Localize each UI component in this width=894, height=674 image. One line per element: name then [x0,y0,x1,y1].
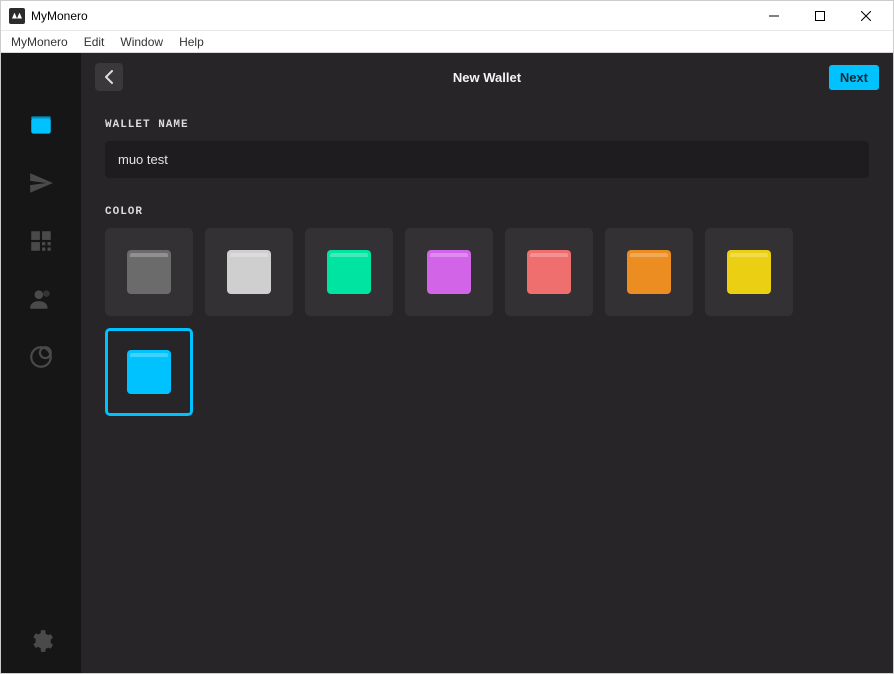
content: WALLET NAME COLOR [81,101,893,673]
color-label: COLOR [105,206,869,218]
app-body: New Wallet Next WALLET NAME COLOR [1,53,893,673]
window-controls [751,1,889,30]
menu-edit[interactable]: Edit [84,35,105,49]
color-grid [105,228,869,416]
menubar: MyMonero Edit Window Help [1,31,893,53]
wallet-name-input[interactable] [105,141,869,178]
color-swatch [327,250,371,294]
color-option-orange[interactable] [605,228,693,316]
color-option-yellow[interactable] [705,228,793,316]
color-option-magenta[interactable] [405,228,493,316]
color-swatch [127,350,171,394]
color-option-light-grey[interactable] [205,228,293,316]
color-option-dark-grey[interactable] [105,228,193,316]
app-window: MyMonero MyMonero Edit Window Help [0,0,894,674]
app-icon [9,8,25,24]
sidebar [1,53,81,673]
color-swatch [527,250,571,294]
page-title: New Wallet [453,70,521,85]
menu-mymonero[interactable]: MyMonero [11,35,68,49]
maximize-button[interactable] [797,1,843,30]
wallet-icon[interactable] [27,111,55,139]
color-swatch [127,250,171,294]
color-swatch [227,250,271,294]
window-title: MyMonero [31,9,88,23]
color-option-teal[interactable] [305,228,393,316]
back-button[interactable] [95,63,123,91]
menu-help[interactable]: Help [179,35,204,49]
qr-icon[interactable] [27,227,55,255]
next-button[interactable]: Next [829,65,879,90]
color-swatch [627,250,671,294]
close-button[interactable] [843,1,889,30]
settings-icon[interactable] [27,627,55,655]
color-swatch [727,250,771,294]
contacts-icon[interactable] [27,285,55,313]
color-option-coral[interactable] [505,228,593,316]
color-swatch [427,250,471,294]
topbar: New Wallet Next [81,53,893,101]
send-icon[interactable] [27,169,55,197]
wallet-name-label: WALLET NAME [105,119,869,131]
titlebar: MyMonero [1,1,893,31]
main-panel: New Wallet Next WALLET NAME COLOR [81,53,893,673]
color-option-cyan[interactable] [105,328,193,416]
exchange-icon[interactable] [27,343,55,371]
minimize-button[interactable] [751,1,797,30]
menu-window[interactable]: Window [120,35,163,49]
